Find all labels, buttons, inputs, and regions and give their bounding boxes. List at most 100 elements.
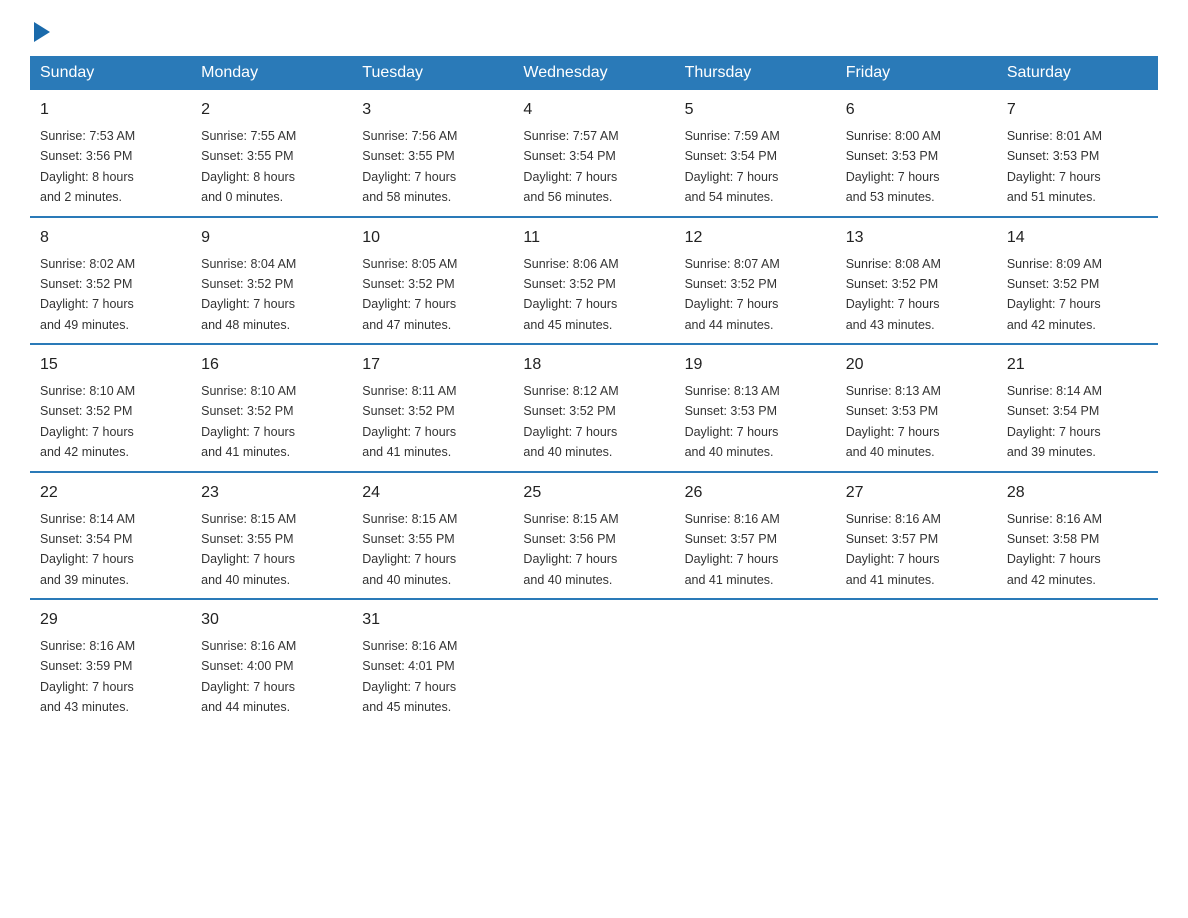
day-number: 3 bbox=[362, 98, 503, 122]
page-header bbox=[30, 20, 1158, 36]
day-number: 8 bbox=[40, 226, 181, 250]
day-info: Sunrise: 8:09 AMSunset: 3:52 PMDaylight:… bbox=[1007, 257, 1102, 332]
calendar-cell: 25 Sunrise: 8:15 AMSunset: 3:56 PMDaylig… bbox=[513, 472, 674, 600]
header-day-wednesday: Wednesday bbox=[513, 56, 674, 90]
calendar-cell bbox=[513, 599, 674, 726]
calendar-table: SundayMondayTuesdayWednesdayThursdayFrid… bbox=[30, 56, 1158, 726]
calendar-cell: 22 Sunrise: 8:14 AMSunset: 3:54 PMDaylig… bbox=[30, 472, 191, 600]
day-number: 12 bbox=[685, 226, 826, 250]
header-day-friday: Friday bbox=[836, 56, 997, 90]
day-info: Sunrise: 8:05 AMSunset: 3:52 PMDaylight:… bbox=[362, 257, 457, 332]
calendar-cell: 20 Sunrise: 8:13 AMSunset: 3:53 PMDaylig… bbox=[836, 344, 997, 472]
day-info: Sunrise: 8:16 AMSunset: 3:59 PMDaylight:… bbox=[40, 639, 135, 714]
week-row-5: 29 Sunrise: 8:16 AMSunset: 3:59 PMDaylig… bbox=[30, 599, 1158, 726]
calendar-cell: 8 Sunrise: 8:02 AMSunset: 3:52 PMDayligh… bbox=[30, 217, 191, 345]
day-info: Sunrise: 8:15 AMSunset: 3:56 PMDaylight:… bbox=[523, 512, 618, 587]
calendar-cell: 28 Sunrise: 8:16 AMSunset: 3:58 PMDaylig… bbox=[997, 472, 1158, 600]
day-number: 23 bbox=[201, 481, 342, 505]
day-number: 1 bbox=[40, 98, 181, 122]
header-day-thursday: Thursday bbox=[675, 56, 836, 90]
calendar-cell bbox=[997, 599, 1158, 726]
week-row-4: 22 Sunrise: 8:14 AMSunset: 3:54 PMDaylig… bbox=[30, 472, 1158, 600]
week-row-3: 15 Sunrise: 8:10 AMSunset: 3:52 PMDaylig… bbox=[30, 344, 1158, 472]
day-number: 17 bbox=[362, 353, 503, 377]
day-number: 14 bbox=[1007, 226, 1148, 250]
day-info: Sunrise: 8:00 AMSunset: 3:53 PMDaylight:… bbox=[846, 129, 941, 204]
header-day-saturday: Saturday bbox=[997, 56, 1158, 90]
day-number: 20 bbox=[846, 353, 987, 377]
day-number: 28 bbox=[1007, 481, 1148, 505]
logo bbox=[30, 20, 50, 36]
day-number: 27 bbox=[846, 481, 987, 505]
day-info: Sunrise: 8:16 AMSunset: 4:00 PMDaylight:… bbox=[201, 639, 296, 714]
day-number: 24 bbox=[362, 481, 503, 505]
day-info: Sunrise: 8:06 AMSunset: 3:52 PMDaylight:… bbox=[523, 257, 618, 332]
day-info: Sunrise: 7:57 AMSunset: 3:54 PMDaylight:… bbox=[523, 129, 618, 204]
calendar-cell: 23 Sunrise: 8:15 AMSunset: 3:55 PMDaylig… bbox=[191, 472, 352, 600]
day-number: 9 bbox=[201, 226, 342, 250]
day-number: 13 bbox=[846, 226, 987, 250]
day-number: 10 bbox=[362, 226, 503, 250]
calendar-cell: 7 Sunrise: 8:01 AMSunset: 3:53 PMDayligh… bbox=[997, 90, 1158, 217]
calendar-cell bbox=[675, 599, 836, 726]
header-day-tuesday: Tuesday bbox=[352, 56, 513, 90]
logo-arrow-icon bbox=[34, 22, 50, 42]
day-info: Sunrise: 8:16 AMSunset: 4:01 PMDaylight:… bbox=[362, 639, 457, 714]
day-info: Sunrise: 8:01 AMSunset: 3:53 PMDaylight:… bbox=[1007, 129, 1102, 204]
day-info: Sunrise: 8:10 AMSunset: 3:52 PMDaylight:… bbox=[40, 384, 135, 459]
day-info: Sunrise: 8:16 AMSunset: 3:58 PMDaylight:… bbox=[1007, 512, 1102, 587]
calendar-cell: 16 Sunrise: 8:10 AMSunset: 3:52 PMDaylig… bbox=[191, 344, 352, 472]
calendar-cell: 21 Sunrise: 8:14 AMSunset: 3:54 PMDaylig… bbox=[997, 344, 1158, 472]
day-number: 30 bbox=[201, 608, 342, 632]
calendar-cell: 12 Sunrise: 8:07 AMSunset: 3:52 PMDaylig… bbox=[675, 217, 836, 345]
day-info: Sunrise: 7:56 AMSunset: 3:55 PMDaylight:… bbox=[362, 129, 457, 204]
calendar-cell: 3 Sunrise: 7:56 AMSunset: 3:55 PMDayligh… bbox=[352, 90, 513, 217]
day-number: 22 bbox=[40, 481, 181, 505]
day-info: Sunrise: 8:16 AMSunset: 3:57 PMDaylight:… bbox=[685, 512, 780, 587]
day-info: Sunrise: 8:13 AMSunset: 3:53 PMDaylight:… bbox=[685, 384, 780, 459]
day-info: Sunrise: 8:11 AMSunset: 3:52 PMDaylight:… bbox=[362, 384, 456, 459]
day-info: Sunrise: 7:53 AMSunset: 3:56 PMDaylight:… bbox=[40, 129, 135, 204]
day-info: Sunrise: 7:55 AMSunset: 3:55 PMDaylight:… bbox=[201, 129, 296, 204]
day-info: Sunrise: 8:12 AMSunset: 3:52 PMDaylight:… bbox=[523, 384, 618, 459]
day-number: 18 bbox=[523, 353, 664, 377]
calendar-body: 1 Sunrise: 7:53 AMSunset: 3:56 PMDayligh… bbox=[30, 90, 1158, 726]
day-info: Sunrise: 8:15 AMSunset: 3:55 PMDaylight:… bbox=[362, 512, 457, 587]
header-day-monday: Monday bbox=[191, 56, 352, 90]
week-row-1: 1 Sunrise: 7:53 AMSunset: 3:56 PMDayligh… bbox=[30, 90, 1158, 217]
calendar-cell: 24 Sunrise: 8:15 AMSunset: 3:55 PMDaylig… bbox=[352, 472, 513, 600]
calendar-cell: 19 Sunrise: 8:13 AMSunset: 3:53 PMDaylig… bbox=[675, 344, 836, 472]
day-number: 11 bbox=[523, 226, 664, 250]
day-info: Sunrise: 8:02 AMSunset: 3:52 PMDaylight:… bbox=[40, 257, 135, 332]
calendar-cell: 1 Sunrise: 7:53 AMSunset: 3:56 PMDayligh… bbox=[30, 90, 191, 217]
day-number: 21 bbox=[1007, 353, 1148, 377]
calendar-cell: 2 Sunrise: 7:55 AMSunset: 3:55 PMDayligh… bbox=[191, 90, 352, 217]
day-number: 26 bbox=[685, 481, 826, 505]
header-day-sunday: Sunday bbox=[30, 56, 191, 90]
calendar-cell: 18 Sunrise: 8:12 AMSunset: 3:52 PMDaylig… bbox=[513, 344, 674, 472]
calendar-cell: 13 Sunrise: 8:08 AMSunset: 3:52 PMDaylig… bbox=[836, 217, 997, 345]
day-number: 16 bbox=[201, 353, 342, 377]
calendar-cell: 17 Sunrise: 8:11 AMSunset: 3:52 PMDaylig… bbox=[352, 344, 513, 472]
day-number: 4 bbox=[523, 98, 664, 122]
calendar-cell: 15 Sunrise: 8:10 AMSunset: 3:52 PMDaylig… bbox=[30, 344, 191, 472]
calendar-cell: 10 Sunrise: 8:05 AMSunset: 3:52 PMDaylig… bbox=[352, 217, 513, 345]
day-number: 31 bbox=[362, 608, 503, 632]
calendar-header: SundayMondayTuesdayWednesdayThursdayFrid… bbox=[30, 56, 1158, 90]
day-info: Sunrise: 8:16 AMSunset: 3:57 PMDaylight:… bbox=[846, 512, 941, 587]
calendar-cell: 14 Sunrise: 8:09 AMSunset: 3:52 PMDaylig… bbox=[997, 217, 1158, 345]
day-info: Sunrise: 8:14 AMSunset: 3:54 PMDaylight:… bbox=[40, 512, 135, 587]
calendar-cell: 9 Sunrise: 8:04 AMSunset: 3:52 PMDayligh… bbox=[191, 217, 352, 345]
calendar-cell: 27 Sunrise: 8:16 AMSunset: 3:57 PMDaylig… bbox=[836, 472, 997, 600]
day-info: Sunrise: 8:07 AMSunset: 3:52 PMDaylight:… bbox=[685, 257, 780, 332]
day-number: 6 bbox=[846, 98, 987, 122]
calendar-cell bbox=[836, 599, 997, 726]
calendar-cell: 4 Sunrise: 7:57 AMSunset: 3:54 PMDayligh… bbox=[513, 90, 674, 217]
header-row: SundayMondayTuesdayWednesdayThursdayFrid… bbox=[30, 56, 1158, 90]
calendar-cell: 26 Sunrise: 8:16 AMSunset: 3:57 PMDaylig… bbox=[675, 472, 836, 600]
day-info: Sunrise: 8:15 AMSunset: 3:55 PMDaylight:… bbox=[201, 512, 296, 587]
day-number: 29 bbox=[40, 608, 181, 632]
day-number: 5 bbox=[685, 98, 826, 122]
calendar-cell: 11 Sunrise: 8:06 AMSunset: 3:52 PMDaylig… bbox=[513, 217, 674, 345]
calendar-cell: 31 Sunrise: 8:16 AMSunset: 4:01 PMDaylig… bbox=[352, 599, 513, 726]
